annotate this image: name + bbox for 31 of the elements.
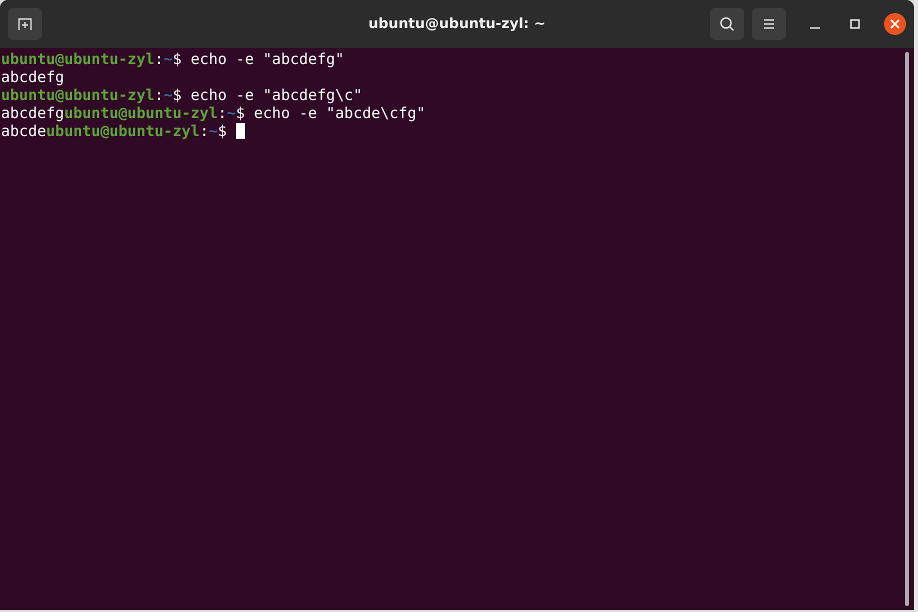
terminal-text: $ echo -e "abcdefg" [172, 50, 344, 68]
terminal-text: ubuntu@ubuntu-zyl [1, 86, 155, 104]
terminal-text: : [218, 104, 227, 122]
terminal-text: ~ [164, 50, 173, 68]
terminal-text: ~ [208, 122, 218, 140]
scrollbar[interactable] [905, 52, 909, 606]
terminal-text: : [154, 86, 164, 104]
close-icon [890, 19, 900, 29]
terminal-text: : [154, 50, 164, 68]
minimize-icon [810, 27, 820, 29]
search-button[interactable] [710, 8, 744, 40]
terminal-text: abcdefg [1, 104, 64, 122]
menu-icon [762, 18, 776, 30]
terminal-text: abcde [1, 122, 46, 140]
terminal-text: : [200, 122, 209, 140]
terminal-text: $ echo -e "abcdefg\c" [172, 86, 362, 104]
terminal-text: ubuntu@ubuntu-zyl [64, 104, 218, 122]
close-button[interactable] [884, 13, 906, 35]
menu-button[interactable] [752, 8, 786, 40]
window-title: ubuntu@ubuntu-zyl: ~ [368, 16, 546, 32]
new-tab-icon [17, 16, 33, 32]
terminal-text: ubuntu@ubuntu-zyl [46, 122, 200, 140]
new-tab-button[interactable] [8, 8, 42, 40]
maximize-icon [850, 19, 860, 29]
terminal-text: abcdefg [1, 68, 64, 86]
terminal-text: $ echo -e "abcde\cfg" [236, 104, 426, 122]
terminal-text: ~ [164, 86, 173, 104]
terminal-text: $ [218, 122, 228, 140]
terminal-text: ~ [226, 104, 236, 122]
terminal-text: ubuntu@ubuntu-zyl [1, 50, 155, 68]
search-icon [719, 16, 735, 32]
